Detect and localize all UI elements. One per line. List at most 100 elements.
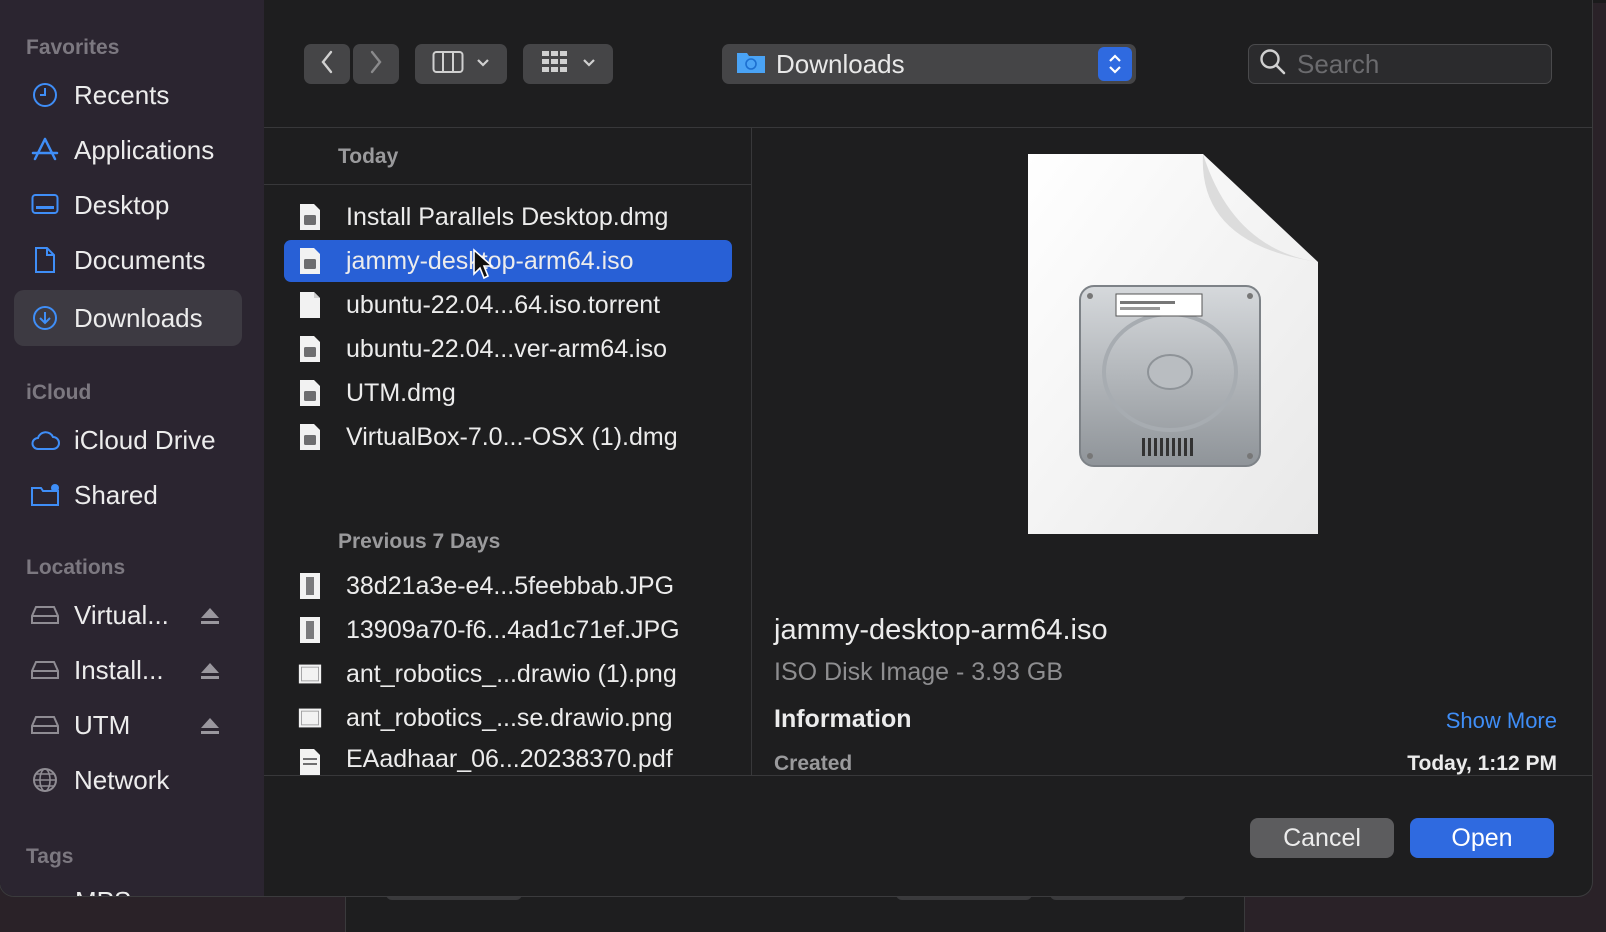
chevron-left-icon: [320, 50, 334, 79]
file-row[interactable]: UTM.dmg: [284, 372, 732, 414]
sidebar-item-applications[interactable]: Applications: [14, 122, 242, 178]
up-down-stepper-icon: [1098, 47, 1132, 81]
columns-view-icon: [432, 50, 464, 79]
group-header-today: Today: [338, 145, 399, 168]
sidebar-item-documents[interactable]: Documents: [14, 232, 242, 288]
sidebar-section-favorites: Favorites: [26, 36, 120, 59]
chevron-down-icon: [582, 55, 596, 73]
forward-button[interactable]: [353, 44, 399, 84]
sidebar-item-shared[interactable]: Shared: [14, 467, 242, 523]
eject-icon[interactable]: [200, 607, 220, 630]
search-icon: [1259, 48, 1287, 81]
clock-icon: [30, 80, 60, 110]
sidebar-item-label: Applications: [74, 134, 215, 165]
preview-file-kind: ISO Disk Image - 3.93 GB: [774, 658, 1063, 686]
document-icon: [30, 245, 60, 275]
group-header-previous: Previous 7 Days: [338, 530, 501, 553]
pdf-icon: [298, 747, 322, 775]
hard-disk-image-icon: [1028, 154, 1318, 534]
sidebar-item-recents[interactable]: Recents: [14, 67, 242, 123]
location-popup[interactable]: Downloads: [722, 44, 1136, 84]
sidebar-item-label: Network: [74, 764, 170, 795]
file-name: EAadhaar_06...20238370.pdf: [346, 745, 673, 773]
applications-icon: [30, 135, 60, 165]
downloads-folder-icon: [736, 49, 766, 80]
search-field[interactable]: [1248, 44, 1552, 84]
file-name: Install Parallels Desktop.dmg: [346, 202, 669, 231]
file-row[interactable]: ant_robotics_...drawio (1).png: [284, 653, 732, 695]
sidebar-item-label: Recents: [74, 79, 170, 110]
cloud-icon: [30, 425, 60, 455]
eject-icon[interactable]: [200, 662, 220, 685]
sidebar-section-icloud: iCloud: [26, 381, 92, 404]
desktop-icon: [30, 190, 60, 220]
file-row[interactable]: Install Parallels Desktop.dmg: [284, 196, 732, 238]
disk-image-icon: [298, 246, 322, 276]
file-name: ant_robotics_...drawio (1).png: [346, 659, 677, 688]
sidebar-item-network[interactable]: Network: [14, 752, 242, 808]
file-row[interactable]: 13909a70-f6...4ad1c71ef.JPG: [284, 609, 732, 651]
file-name: 38d21a3e-e4...5feebbab.JPG: [346, 571, 675, 600]
sidebar-item-label: Virtual...: [74, 599, 169, 630]
file-name: ant_robotics_...se.drawio.png: [346, 703, 673, 732]
disk-image-icon: [298, 334, 322, 364]
group-divider: [264, 184, 751, 185]
column-divider: [751, 127, 752, 775]
file-row[interactable]: ubuntu-22.04...64.iso.torrent: [284, 284, 732, 326]
sidebar-item-desktop[interactable]: Desktop: [14, 177, 242, 233]
open-file-dialog: Favorites Recents Applications Desktop D…: [0, 0, 1592, 896]
cancel-button[interactable]: Cancel: [1250, 818, 1394, 858]
mouse-cursor-icon: [472, 248, 495, 285]
file-row[interactable]: EAadhaar_06...20238370.pdf: [284, 741, 732, 775]
sidebar-item-label: Downloads: [74, 302, 203, 333]
blank-document-icon: [298, 290, 322, 320]
sidebar-item-label: Shared: [74, 479, 158, 510]
sidebar-item-label: Install...: [74, 654, 164, 685]
toolbar-divider: [264, 127, 1592, 128]
disk-image-icon: [298, 422, 322, 452]
drive-icon: [30, 600, 60, 630]
preview-created-label: Created: [774, 752, 853, 775]
sidebar: Favorites Recents Applications Desktop D…: [0, 0, 264, 896]
sidebar-section-locations: Locations: [26, 556, 126, 579]
search-input[interactable]: [1295, 47, 1539, 81]
location-label: Downloads: [776, 48, 905, 79]
download-icon: [30, 303, 60, 333]
sidebar-item-utm[interactable]: UTM: [14, 697, 242, 753]
footer-divider: [264, 775, 1592, 776]
back-button[interactable]: [304, 44, 350, 84]
globe-icon: [30, 765, 60, 795]
photo-icon: [298, 571, 322, 601]
sidebar-item-downloads[interactable]: Downloads: [14, 290, 242, 346]
sidebar-item-label: Desktop: [74, 189, 170, 220]
sidebar-item-label: UTM: [74, 709, 131, 740]
file-row-selected[interactable]: jammy-desktop-arm64.iso: [284, 240, 732, 282]
preview-file-name: jammy-desktop-arm64.iso: [774, 614, 1108, 646]
show-more-link[interactable]: Show More: [1446, 708, 1557, 734]
file-name: ubuntu-22.04...ver-arm64.iso: [346, 334, 668, 363]
view-mode-button[interactable]: [415, 44, 507, 84]
eject-icon[interactable]: [200, 717, 220, 740]
sidebar-tag-partial[interactable]: MPS: [75, 886, 131, 896]
chevron-right-icon: [369, 50, 383, 79]
group-by-button[interactable]: [523, 44, 613, 84]
sidebar-item-icloud-drive[interactable]: iCloud Drive: [14, 412, 242, 468]
chevron-down-icon: [476, 55, 490, 73]
sidebar-item-virtual[interactable]: Virtual...: [14, 587, 242, 643]
disk-image-icon: [298, 378, 322, 408]
sidebar-item-install[interactable]: Install...: [14, 642, 242, 698]
sidebar-section-tags: Tags: [26, 845, 74, 868]
sidebar-item-label: Documents: [74, 244, 206, 275]
photo-icon: [298, 615, 322, 645]
preview-info-title: Information: [774, 705, 912, 733]
file-row[interactable]: ant_robotics_...se.drawio.png: [284, 697, 732, 739]
image-icon: [298, 703, 322, 733]
file-row[interactable]: VirtualBox-7.0...-OSX (1).dmg: [284, 416, 732, 458]
file-row[interactable]: 38d21a3e-e4...5feebbab.JPG: [284, 565, 732, 607]
image-icon: [298, 659, 322, 689]
drive-icon: [30, 710, 60, 740]
open-button[interactable]: Open: [1410, 818, 1554, 858]
disk-image-icon: [298, 202, 322, 232]
file-row[interactable]: ubuntu-22.04...ver-arm64.iso: [284, 328, 732, 370]
file-name: 13909a70-f6...4ad1c71ef.JPG: [346, 615, 680, 644]
